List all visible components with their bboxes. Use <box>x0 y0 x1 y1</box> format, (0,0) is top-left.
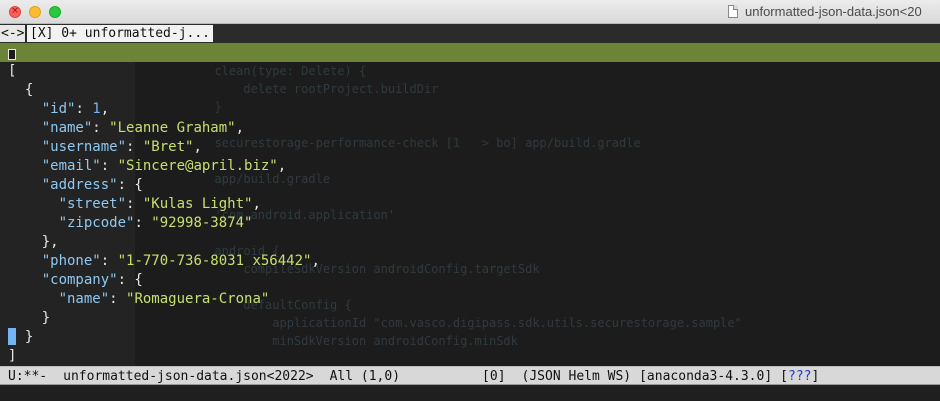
code-line: "street": "Kulas Light", <box>8 195 320 214</box>
json-string: "92998-3874" <box>151 215 253 231</box>
json-punctuation: , <box>100 101 110 117</box>
json-punctuation: , <box>193 139 202 155</box>
json-punctuation <box>8 196 59 212</box>
json-key: "email" <box>41 158 101 174</box>
json-key: "name" <box>41 120 93 136</box>
json-string: "Sincere@april.biz" <box>117 158 278 174</box>
json-punctuation: , <box>252 196 261 212</box>
json-punctuation <box>8 158 42 174</box>
code-line: "phone": "1-770-736-8031 x56442", <box>8 252 320 271</box>
json-punctuation: [ <box>8 63 17 79</box>
help-close-bracket: ] <box>811 369 820 384</box>
json-number: 1 <box>92 101 101 117</box>
json-punctuation: : { <box>117 177 143 193</box>
json-punctuation: : <box>126 139 143 155</box>
json-string: "Leanne Graham" <box>109 120 236 136</box>
json-punctuation: , <box>235 120 245 136</box>
conda-env: [anaconda3-4.3.0] <box>639 369 773 384</box>
json-string: "Romaguera-Crona" <box>126 291 270 307</box>
code-line: "name": "Romaguera-Crona" <box>8 290 320 309</box>
json-punctuation <box>8 291 59 307</box>
code-line: } <box>8 309 320 328</box>
json-key: "street" <box>58 196 127 212</box>
json-punctuation: : <box>134 215 152 231</box>
json-punctuation: }, <box>8 234 59 250</box>
window-titlebar: × unformatted-json-data.json<20 <box>0 0 940 24</box>
cursor-block <box>8 328 16 345</box>
code-line: }, <box>8 233 320 252</box>
json-punctuation <box>8 101 42 117</box>
json-punctuation: , <box>311 253 320 269</box>
code-line: "name": "Leanne Graham", <box>8 119 320 138</box>
tab-bar: <-> [X] 0+ unformatted-j... <box>0 24 940 43</box>
json-key: "name" <box>58 291 110 307</box>
json-punctuation: : { <box>117 272 143 288</box>
code-line: "zipcode": "92998-3874" <box>8 214 320 233</box>
editor-buffer[interactable]: [ { "id": 1, "name": "Leanne Graham", "u… <box>0 49 940 366</box>
document-icon <box>728 5 738 18</box>
json-key: "company" <box>41 272 118 288</box>
json-key: "zipcode" <box>58 215 135 231</box>
json-key: "id" <box>41 101 76 117</box>
json-punctuation <box>8 272 42 288</box>
major-modes: (JSON Helm WS) <box>521 369 632 384</box>
json-punctuation <box>8 215 59 231</box>
minimize-window-button[interactable] <box>29 6 41 18</box>
code-line: ] <box>8 347 320 366</box>
help-open-bracket: [ <box>780 369 788 384</box>
json-key: "phone" <box>41 253 101 269</box>
json-punctuation: , <box>277 158 287 174</box>
close-icon: × <box>11 6 19 16</box>
zoom-window-button[interactable] <box>49 6 61 18</box>
tab-unformatted-json[interactable]: [X] 0+ unformatted-j... <box>27 25 214 42</box>
json-code[interactable]: [ { "id": 1, "name": "Leanne Graham", "u… <box>8 62 320 366</box>
tab-navigation-button[interactable]: <-> <box>0 25 26 42</box>
json-string: "Bret" <box>142 139 194 155</box>
code-line: "address": { <box>8 176 320 195</box>
cursor-position: All (1,0) <box>329 369 401 384</box>
code-line: } <box>8 328 320 347</box>
close-window-button[interactable]: × <box>9 6 21 18</box>
json-string: "1-770-736-8031 x56442" <box>117 253 312 269</box>
json-punctuation: : <box>109 291 127 307</box>
code-line: "username": "Bret", <box>8 138 320 157</box>
mode-line: U:**- unformatted-json-data.json<2022> All… <box>0 366 940 385</box>
header-line <box>0 43 940 62</box>
counter: [0] <box>482 369 506 384</box>
code-line: { <box>8 81 320 100</box>
json-key: "address" <box>41 177 118 193</box>
json-punctuation: : <box>75 101 93 117</box>
json-punctuation <box>8 139 42 155</box>
json-punctuation <box>8 120 42 136</box>
buffer-status: U:**- <box>8 369 48 384</box>
json-punctuation <box>8 177 42 193</box>
json-punctuation: } <box>8 310 51 326</box>
json-key: "username" <box>41 139 127 155</box>
json-punctuation: ] <box>8 348 17 364</box>
code-line: "id": 1, <box>8 100 320 119</box>
json-punctuation: : <box>100 158 118 174</box>
json-punctuation: : <box>100 253 118 269</box>
json-string: "Kulas Light" <box>142 196 253 212</box>
minibuffer[interactable] <box>0 385 940 401</box>
cursor-outline <box>8 49 16 60</box>
json-punctuation <box>8 253 42 269</box>
json-punctuation: : <box>92 120 110 136</box>
code-line: [ <box>8 62 320 81</box>
help-link[interactable]: ??? <box>788 367 811 386</box>
json-punctuation: { <box>8 82 34 98</box>
json-punctuation: : <box>126 196 143 212</box>
code-line: "email": "Sincere@april.biz", <box>8 157 320 176</box>
window-title: unformatted-json-data.json<20 <box>745 4 922 19</box>
code-line: "company": { <box>8 271 320 290</box>
buffer-name: unformatted-json-data.json<2022> <box>63 369 314 384</box>
